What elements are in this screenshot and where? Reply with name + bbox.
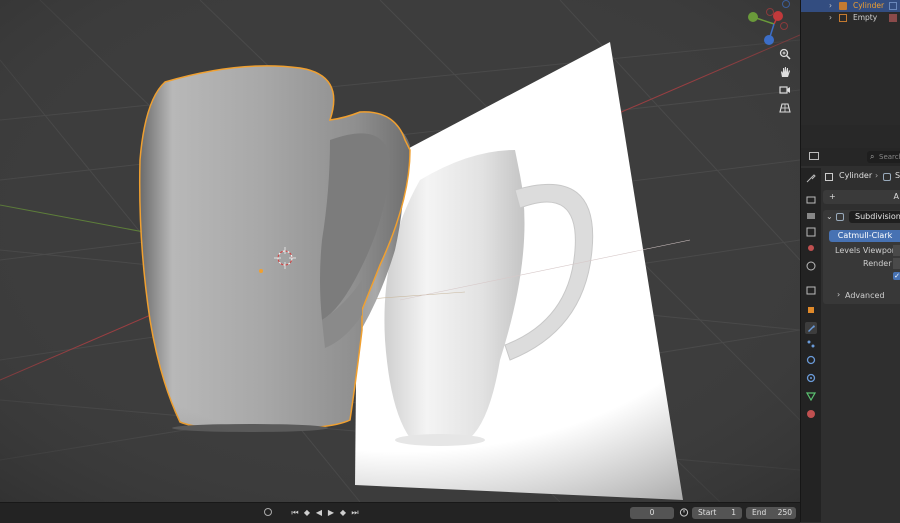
- modifier-wrench-icon: [889, 2, 897, 10]
- outliner-item-cylinder[interactable]: › Cylinder: [801, 0, 900, 12]
- add-modifier-label: A: [893, 192, 899, 201]
- perspective-grid-icon[interactable]: [777, 100, 793, 116]
- jump-end-icon[interactable]: ⏭: [350, 507, 360, 518]
- outliner-panel: › Cylinder › Empty: [801, 0, 900, 125]
- start-frame-field[interactable]: Start 1: [692, 507, 742, 519]
- plus-icon: +: [829, 192, 836, 201]
- end-value: 250: [777, 508, 792, 517]
- viewport-scene: [0, 0, 800, 502]
- tab-tool[interactable]: [805, 172, 817, 184]
- tab-scene[interactable]: [805, 242, 817, 254]
- tab-physics[interactable]: [805, 354, 817, 366]
- play-icon[interactable]: ▶: [326, 507, 336, 518]
- image-data-icon: [889, 14, 897, 22]
- tab-particles[interactable]: [805, 338, 817, 350]
- properties-search-input[interactable]: ⌕ Search: [867, 151, 900, 163]
- expand-arrow-icon[interactable]: ›: [829, 12, 832, 24]
- jump-next-keyframe-icon[interactable]: ◆: [338, 507, 348, 518]
- expand-arrow-icon[interactable]: ›: [829, 0, 832, 12]
- tab-world[interactable]: [805, 260, 817, 272]
- jump-start-icon[interactable]: ⏮: [290, 507, 300, 518]
- tab-constraints[interactable]: [805, 372, 817, 384]
- mesh-object-icon: [839, 2, 847, 10]
- properties-editor: ⌕ Search Cylinder › S: [801, 148, 900, 522]
- tab-output[interactable]: [805, 210, 817, 222]
- tab-data[interactable]: [805, 390, 817, 402]
- levels-viewport-field[interactable]: [893, 245, 900, 256]
- chevron-right-icon[interactable]: ›: [837, 290, 840, 299]
- outliner-item-label: Cylinder: [853, 1, 885, 10]
- tab-collection[interactable]: [805, 284, 817, 296]
- zoom-icon[interactable]: [777, 46, 793, 62]
- end-label: End: [752, 508, 767, 517]
- search-icon: ⌕: [870, 152, 875, 161]
- modifier-name: Subdivision: [855, 212, 900, 221]
- modifier-icon: [883, 173, 891, 181]
- timeline-bar: ⏮ ◆ ◀ ▶ ◆ ⏭ 0 Start 1 End 250: [0, 502, 800, 523]
- tab-view-layer[interactable]: [805, 226, 817, 238]
- right-sidebar: › Cylinder › Empty ⌕ Search: [800, 0, 900, 522]
- stopwatch-icon[interactable]: [678, 507, 690, 518]
- camera-view-icon[interactable]: [777, 82, 793, 98]
- add-modifier-button[interactable]: + A: [823, 190, 900, 204]
- jump-prev-keyframe-icon[interactable]: ◆: [302, 507, 312, 518]
- keying-record-icon[interactable]: [262, 507, 274, 518]
- breadcrumb-separator: ›: [875, 171, 879, 180]
- chevron-down-icon[interactable]: ⌄: [826, 212, 833, 221]
- tab-modifiers[interactable]: [805, 322, 817, 334]
- outliner-item-empty[interactable]: › Empty: [801, 12, 900, 24]
- tab-material[interactable]: [805, 408, 817, 420]
- properties-header: ⌕ Search: [801, 148, 900, 166]
- render-levels-label: Render: [863, 259, 892, 268]
- advanced-section-label[interactable]: Advanced: [845, 291, 885, 300]
- current-frame-field[interactable]: 0: [630, 507, 674, 519]
- tab-render[interactable]: [805, 194, 817, 206]
- editor-type-icon[interactable]: [809, 152, 819, 160]
- start-value: 1: [731, 508, 736, 517]
- empty-object-icon: [839, 14, 847, 22]
- subdivision-modifier-icon: [836, 213, 844, 221]
- search-placeholder: Search: [879, 153, 900, 161]
- 3d-viewport[interactable]: [0, 0, 800, 502]
- catmull-clark-button[interactable]: Catmull-Clark: [829, 230, 900, 242]
- end-frame-field[interactable]: End 250: [746, 507, 796, 519]
- modifier-name-field[interactable]: Subdivision: [849, 211, 900, 223]
- play-reverse-icon[interactable]: ◀: [314, 507, 324, 518]
- properties-tabs: [801, 168, 821, 522]
- render-levels-field[interactable]: [893, 258, 900, 269]
- start-label: Start: [698, 508, 717, 517]
- breadcrumb-next: S: [895, 171, 900, 180]
- subdivision-modifier-panel: ⌄ Subdivision Catmull-Clark Levels Viewp…: [823, 210, 900, 304]
- levels-viewport-label: Levels Viewport: [835, 246, 899, 255]
- tab-object[interactable]: [805, 304, 817, 316]
- breadcrumb-object: Cylinder: [839, 171, 873, 180]
- optimal-display-checkbox[interactable]: ✓: [893, 272, 900, 280]
- breadcrumb: Cylinder › S: [823, 170, 900, 184]
- outliner-item-label: Empty: [853, 13, 878, 22]
- object-icon: [825, 173, 833, 181]
- pan-hand-icon[interactable]: [777, 64, 793, 80]
